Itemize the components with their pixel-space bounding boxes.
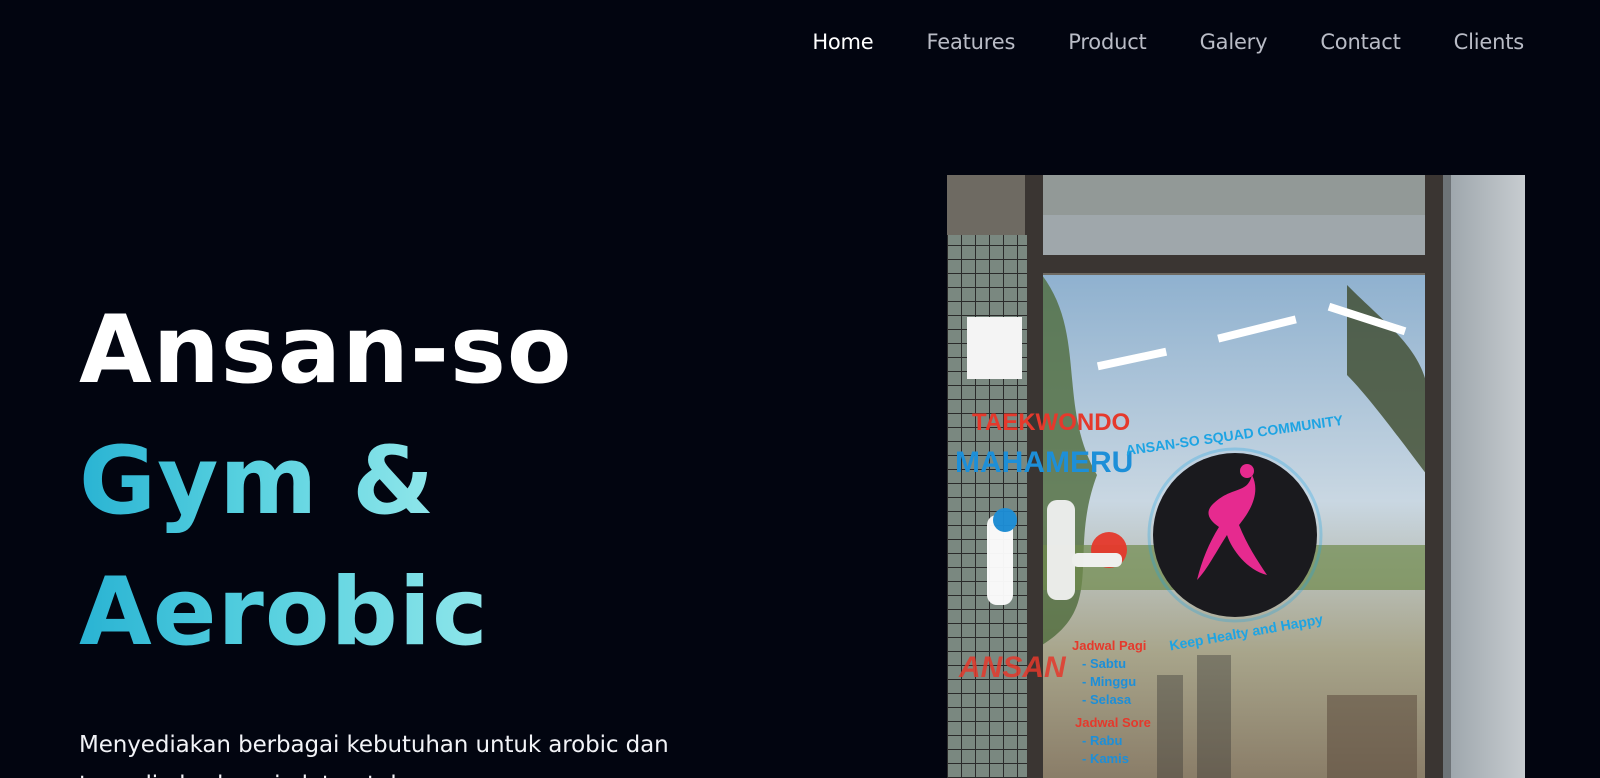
hero-photo: TAEKWONDO MAHAMERU ANSAN-SO SQUAD COMMUN…: [947, 175, 1525, 778]
hero-description: Menyediakan berbagai kebutuhan untuk aro…: [79, 732, 669, 778]
hero-title-line-1: Ansan-so: [79, 296, 573, 405]
schedule-item: - Sabtu: [1082, 656, 1126, 671]
schedule-item: Jadwal Sore: [1075, 715, 1151, 730]
nav-features-link[interactable]: Features: [927, 28, 1016, 56]
photo-taekwondo-text: TAEKWONDO: [972, 409, 1130, 436]
nav-home-link[interactable]: Home: [812, 28, 873, 56]
page: Home Features Product Galery Contact Cli…: [0, 0, 1600, 778]
nav-galery-link[interactable]: Galery: [1200, 28, 1268, 56]
nav-product-link[interactable]: Product: [1068, 28, 1147, 56]
nav-clients-link[interactable]: Clients: [1454, 28, 1525, 56]
schedule-item: - Minggu: [1082, 674, 1136, 689]
schedule-item: Jadwal Pagi: [1072, 638, 1146, 653]
nav-contact-link[interactable]: Contact: [1320, 28, 1401, 56]
hero-section: Ansan-so Gym & Aerobic Menyediakan berba…: [79, 285, 759, 778]
main-nav: Home Features Product Galery Contact Cli…: [812, 28, 1524, 56]
schedule-item: - Selasa: [1082, 692, 1132, 707]
hero-title-line-3: Aerobic: [79, 547, 489, 678]
schedule-item: - Kamis: [1082, 751, 1129, 766]
hero-title-line-2: Gym &: [79, 416, 435, 547]
schedule-item: - Rabu: [1082, 733, 1123, 748]
photo-meru-text: MAHAMERU: [955, 446, 1133, 479]
svg-text:ANSAN: ANSAN: [958, 651, 1067, 684]
hero-title: Ansan-so Gym & Aerobic: [79, 285, 759, 678]
